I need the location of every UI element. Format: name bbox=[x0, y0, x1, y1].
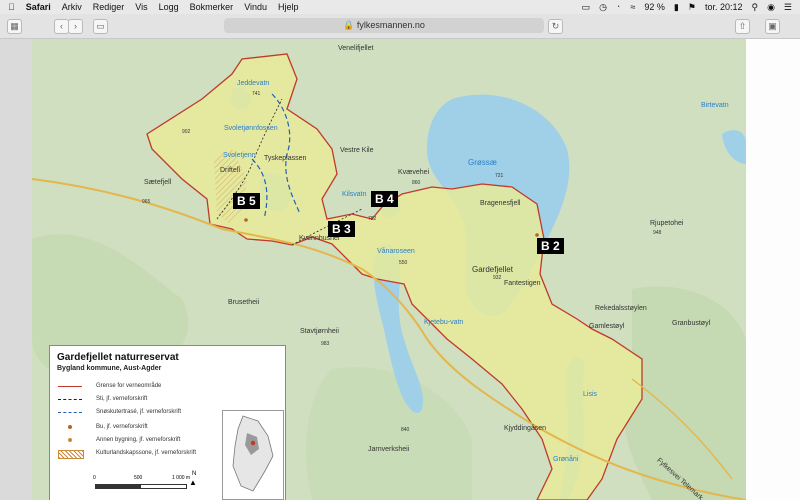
place-label: Stavtjørnheii bbox=[300, 328, 339, 335]
water-label: Grøssæ bbox=[468, 158, 497, 167]
wifi-icon[interactable]: ≈ bbox=[630, 2, 635, 12]
reserve-area-label-b2: B 2 bbox=[537, 238, 564, 254]
place-label: Gardefjellet bbox=[472, 265, 513, 274]
menu-logg[interactable]: Logg bbox=[159, 2, 179, 12]
tab-overview-icon[interactable]: ▭ bbox=[93, 19, 108, 34]
height-label: 860 bbox=[412, 180, 421, 186]
menu-rediger[interactable]: Rediger bbox=[93, 2, 125, 12]
water-label: Grønåni bbox=[553, 456, 579, 463]
new-tab-button[interactable]: ▣ bbox=[765, 19, 780, 34]
height-label: 782 bbox=[368, 216, 377, 222]
place-label: Brusetheii bbox=[228, 299, 260, 306]
place-label: Rekedalsstøylen bbox=[595, 305, 647, 312]
place-label: Rjupetohei bbox=[650, 220, 684, 227]
menu-bokmerker[interactable]: Bokmerker bbox=[190, 2, 234, 12]
map-legend: Gardefjellet naturreservat Bygland kommu… bbox=[49, 345, 286, 500]
place-label: Vestre Kile bbox=[340, 147, 374, 154]
reserve-area-label-b4: B 4 bbox=[371, 191, 398, 207]
place-label: Driftelî bbox=[220, 167, 241, 174]
lock-icon: 🔒 bbox=[343, 20, 355, 30]
menu-arkiv[interactable]: Arkiv bbox=[62, 2, 82, 12]
hatch-icon bbox=[58, 450, 84, 459]
legend-title: Gardefjellet naturreservat bbox=[57, 352, 179, 363]
screen-share-icon[interactable]: ▭ bbox=[582, 2, 591, 13]
menu-vis[interactable]: Vis bbox=[135, 2, 147, 12]
reload-icon[interactable]: ↻ bbox=[548, 19, 563, 34]
water-label: Svoletjønnfossen bbox=[224, 125, 278, 132]
place-label: Granbustøyl bbox=[672, 320, 711, 327]
north-label: N bbox=[192, 471, 197, 477]
legend-subtitle: Bygland kommune, Aust-Agder bbox=[57, 365, 162, 372]
height-label: 983 bbox=[321, 341, 330, 347]
height-label: 840 bbox=[401, 427, 410, 433]
height-label: 932 bbox=[493, 275, 502, 281]
battery-percent[interactable]: 92 % bbox=[644, 2, 665, 12]
height-label: 965 bbox=[142, 199, 151, 205]
water-label: Jeddevatn bbox=[237, 80, 270, 87]
address-bar[interactable]: 🔒 fylkesmannen.no bbox=[224, 18, 544, 33]
place-label: Venelifjellet bbox=[338, 45, 374, 52]
browser-toolbar: ▦ ‹ › ▭ 🔒 fylkesmannen.no ↻ ⇧ ▣ bbox=[0, 14, 800, 39]
water-label: Kilsvatn bbox=[342, 191, 367, 198]
north-arrow-icon: ▲ bbox=[189, 478, 197, 487]
boundary-line-icon bbox=[58, 386, 82, 387]
page-margin bbox=[746, 39, 800, 500]
water-label: Birtevatn bbox=[701, 102, 729, 109]
page-content: Venelifjellet Sætefjell Driftelî Tyskepl… bbox=[0, 39, 800, 500]
water-label: Kjetebu-vatn bbox=[424, 319, 464, 326]
menu-vindu[interactable]: Vindu bbox=[244, 2, 267, 12]
inset-locator-map bbox=[222, 410, 284, 500]
height-label: 721 bbox=[495, 173, 504, 179]
bluetooth-icon[interactable]: ᛫ bbox=[616, 2, 621, 12]
time-machine-icon[interactable]: ◷ bbox=[599, 2, 607, 13]
place-label: Sætefjell bbox=[144, 179, 172, 186]
menu-app-safari[interactable]: Safari bbox=[26, 2, 51, 12]
inset-map-icon bbox=[232, 415, 274, 492]
share-button[interactable]: ⇧ bbox=[735, 19, 750, 34]
height-label: 902 bbox=[182, 129, 191, 135]
place-label: Bragenesfjell bbox=[480, 200, 521, 207]
place-label: Jarnverksheii bbox=[368, 446, 410, 453]
menu-hjelp[interactable]: Hjelp bbox=[278, 2, 299, 12]
height-label: 550 bbox=[399, 260, 408, 266]
place-label: Tyskeplassen bbox=[264, 155, 307, 162]
water-label: Lisis bbox=[583, 391, 598, 398]
water-label: Svoletjenn bbox=[223, 152, 256, 159]
reserve-area-label-b5: B 5 bbox=[233, 193, 260, 209]
sidebar-toggle-icon[interactable]: ▦ bbox=[7, 19, 22, 34]
map-image[interactable]: Venelifjellet Sætefjell Driftelî Tyskepl… bbox=[32, 39, 746, 500]
macos-menubar:  Safari Arkiv Rediger Vis Logg Bokmerke… bbox=[0, 0, 800, 14]
notification-center-icon[interactable]: ☰ bbox=[784, 2, 792, 13]
forward-button[interactable]: › bbox=[68, 19, 83, 34]
building-dot-icon bbox=[68, 438, 72, 442]
scale-label: 500 bbox=[134, 475, 143, 481]
trail-line-icon bbox=[58, 399, 82, 400]
place-label: Kvævehei bbox=[398, 169, 430, 176]
water-label: Vånaroseen bbox=[377, 248, 415, 255]
place-label: Kjyddingåsen bbox=[504, 425, 547, 432]
scale-bar bbox=[95, 484, 187, 489]
snowmobile-line-icon bbox=[58, 412, 82, 413]
search-icon[interactable]: ⚲ bbox=[751, 2, 758, 13]
url-text: fylkesmannen.no bbox=[356, 20, 425, 30]
scale-label: 1 000 m bbox=[172, 475, 191, 481]
back-button[interactable]: ‹ bbox=[54, 19, 69, 34]
place-label: Gamlestøyl bbox=[589, 323, 625, 330]
height-label: 948 bbox=[653, 230, 662, 236]
cabin-dot-icon bbox=[68, 425, 72, 429]
clock[interactable]: tor. 20:12 bbox=[705, 2, 743, 12]
siri-icon[interactable]: ◉ bbox=[767, 2, 775, 13]
flag-icon[interactable]: ⚑ bbox=[688, 2, 696, 13]
battery-icon: ▮ bbox=[673, 1, 679, 12]
reserve-area-label-b3: B 3 bbox=[328, 221, 355, 237]
height-label: 741 bbox=[252, 91, 261, 97]
scale-label: 0 bbox=[93, 475, 96, 481]
apple-menu-icon[interactable]:  bbox=[8, 2, 15, 12]
place-label: Fantestigen bbox=[504, 280, 541, 287]
